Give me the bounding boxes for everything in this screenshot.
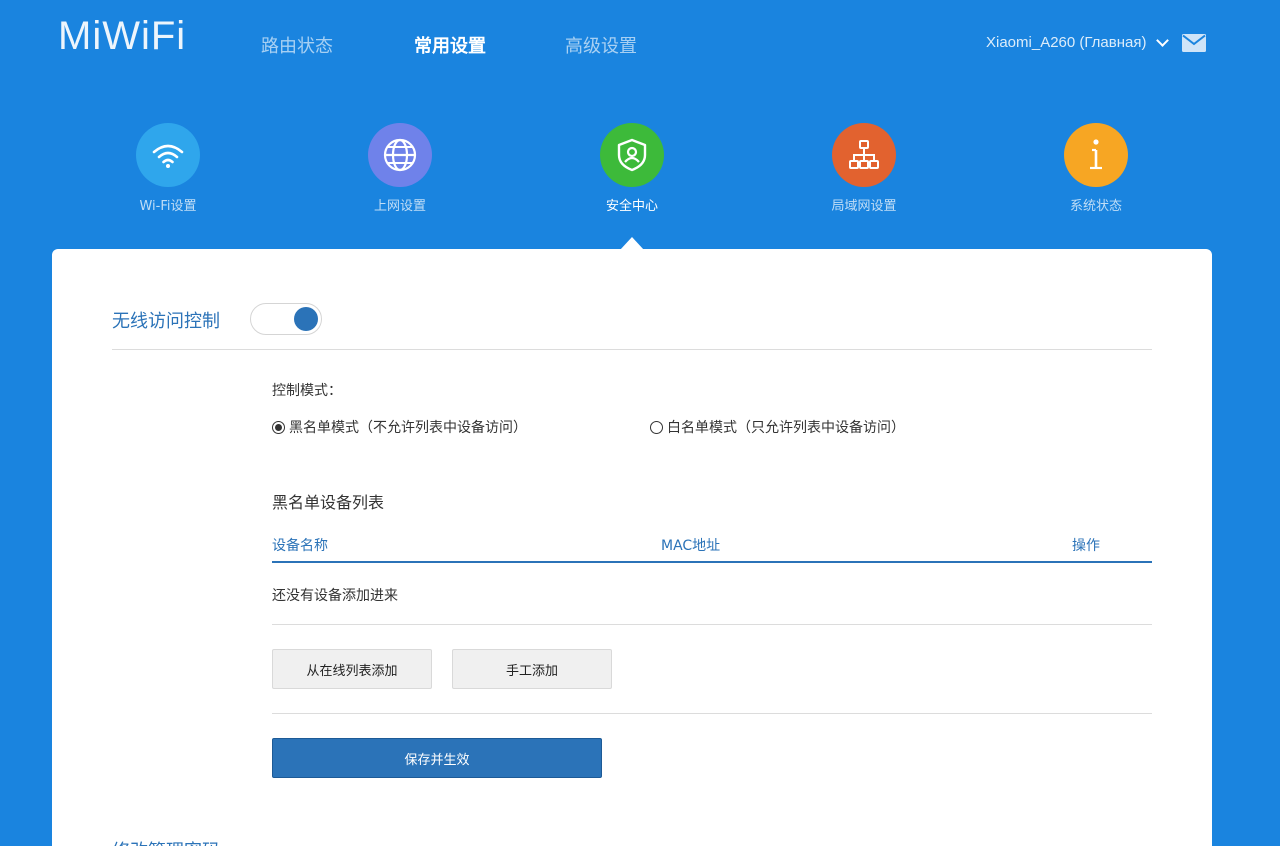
globe-icon [368, 123, 432, 187]
nav-advanced-settings[interactable]: 高级设置 [565, 32, 637, 58]
tile-label: Wi-Fi设置 [139, 199, 197, 214]
toggle-knob [294, 307, 318, 331]
column-header-device-name: 设备名称 [272, 538, 328, 554]
whitelist-mode-radio[interactable]: 白名单模式（只允许列表中设备访问） [650, 417, 905, 437]
change-admin-password-title[interactable]: 修改管理密码 [112, 837, 220, 846]
nav-router-status[interactable]: 路由状态 [261, 32, 333, 58]
router-selector[interactable]: Xiaomi_A260 (Главная) [986, 33, 1170, 51]
tile-label: 局域网设置 [831, 199, 897, 214]
tile-wifi-settings[interactable]: Wi-Fi设置 [108, 123, 228, 214]
column-header-mac: MAC地址 [661, 538, 721, 554]
settings-panel: 无线访问控制 控制模式： 黑名单模式（不允许列表中设备访问） 白名单模式（只允许… [52, 249, 1212, 846]
wifi-icon [136, 123, 200, 187]
tile-label: 系统状态 [1069, 199, 1122, 214]
access-control-toggle[interactable] [250, 303, 322, 335]
miwifi-logo: MiWiFi [58, 14, 187, 58]
shield-icon [600, 123, 664, 187]
section-divider [112, 349, 1152, 350]
router-name: Xiaomi_A260 (Главная) [986, 34, 1147, 51]
device-list-title: 黑名单设备列表 [272, 493, 385, 512]
nav-common-settings[interactable]: 常用设置 [414, 32, 486, 58]
tile-system-status[interactable]: 系统状态 [1036, 123, 1156, 214]
tile-label: 上网设置 [373, 199, 426, 214]
empty-list-message: 还没有设备添加进来 [272, 588, 398, 604]
buttons-divider [272, 713, 1152, 714]
info-icon [1064, 123, 1128, 187]
save-and-apply-button[interactable]: 保存并生效 [272, 738, 602, 778]
column-header-action: 操作 [1072, 538, 1100, 554]
control-mode-label: 控制模式： [272, 383, 342, 399]
radio-selected-icon [272, 420, 285, 434]
tile-internet-settings[interactable]: 上网设置 [340, 123, 460, 214]
table-header-divider [272, 561, 1152, 563]
chevron-down-icon [1156, 33, 1170, 47]
tile-lan-settings[interactable]: 局域网设置 [804, 123, 924, 214]
mail-icon[interactable] [1182, 34, 1206, 52]
add-manually-button[interactable]: 手工添加 [452, 649, 612, 689]
add-from-online-list-button[interactable]: 从在线列表添加 [272, 649, 432, 689]
tile-label: 安全中心 [605, 199, 658, 214]
blacklist-mode-radio[interactable]: 黑名单模式（不允许列表中设备访问） [272, 417, 527, 437]
tile-security-center[interactable]: 安全中心 [572, 123, 692, 214]
table-bottom-divider [272, 624, 1152, 625]
radio-unselected-icon [650, 420, 663, 434]
radio-label: 黑名单模式（不允许列表中设备访问） [289, 420, 527, 436]
network-icon [832, 123, 896, 187]
radio-label: 白名单模式（只允许列表中设备访问） [667, 420, 905, 436]
access-control-title: 无线访问控制 [112, 311, 220, 332]
